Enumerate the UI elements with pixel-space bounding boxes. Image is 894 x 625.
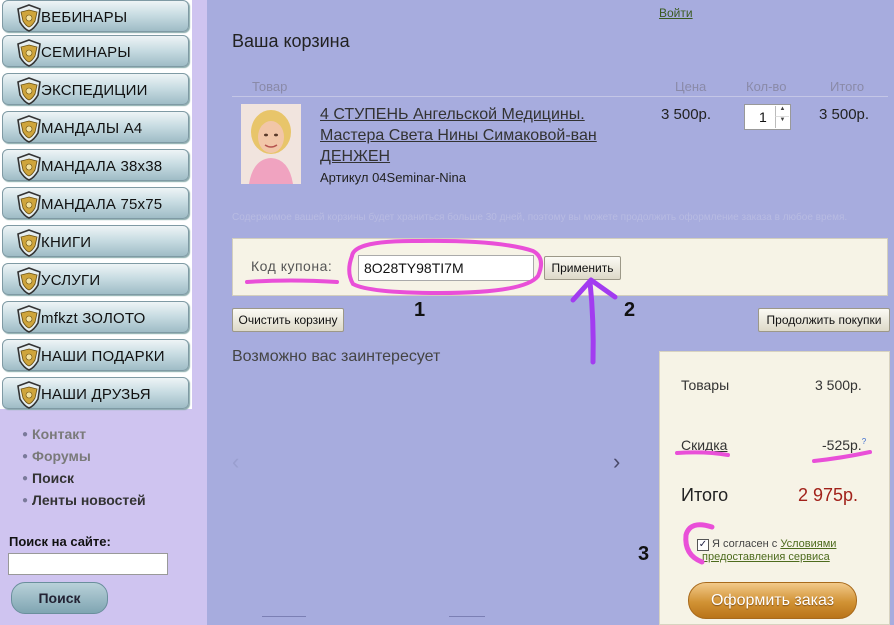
- circle-marker: [347, 238, 544, 296]
- underline-marker: [245, 278, 339, 284]
- arrow-head-marker: [570, 277, 618, 303]
- underline-marker: [812, 450, 872, 463]
- underline-marker: [675, 450, 730, 457]
- annotation-number: 3: [638, 543, 650, 565]
- annotation-number: 1: [414, 299, 426, 321]
- circle-marker: [683, 522, 715, 565]
- arrow-marker: [587, 279, 596, 365]
- annotation-number: 2: [624, 299, 636, 321]
- annotation-layer: [245, 238, 872, 565]
